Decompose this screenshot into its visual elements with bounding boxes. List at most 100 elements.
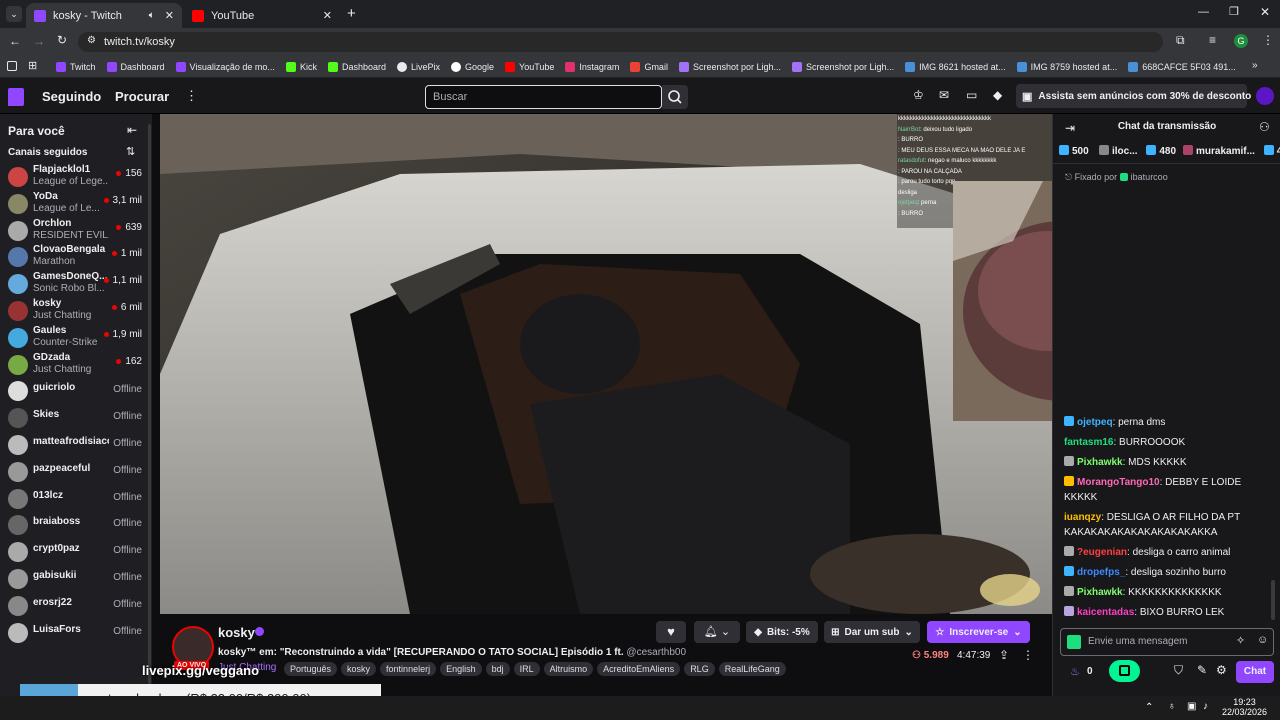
sidebar-channel[interactable]: ClovaoBengala Marathon 1 mil [0, 242, 152, 272]
bookmark-item[interactable]: Visualização de mo... [175, 61, 275, 72]
more-bookmarks-icon[interactable]: » [1252, 60, 1258, 71]
gift-sub-button[interactable]: ⊞ Dar um sub ⌄ [824, 621, 920, 643]
tab-close-icon[interactable]: ✕ [323, 9, 332, 22]
extensions-icon[interactable]: ⧉ [1176, 33, 1185, 48]
search-button[interactable] [662, 85, 688, 109]
forward-arrow-icon[interactable]: → [33, 34, 45, 48]
apps-icon[interactable] [7, 61, 17, 71]
chat-username[interactable]: fantasm16 [1064, 437, 1113, 448]
leaderboard-entry[interactable]: iloc... 480 [1099, 145, 1176, 157]
bookmark-item[interactable]: IMG 8759 hosted at... [1016, 61, 1117, 72]
subscribe-button[interactable]: ☆ Inscrever-se ⌄ [927, 621, 1030, 643]
shield-icon[interactable]: ⛉ [1174, 663, 1183, 678]
sidebar-channel[interactable]: Skies Offline [0, 403, 152, 433]
network-icon[interactable]: ▣ [1187, 701, 1196, 712]
reload-icon[interactable]: ↻ [57, 33, 67, 47]
clock[interactable]: 19:23 22/03/2026 [1222, 697, 1267, 717]
chat-badge-icon[interactable] [1067, 635, 1081, 649]
twitch-logo-icon[interactable] [8, 88, 24, 106]
bookmark-item[interactable]: YouTube [505, 61, 554, 72]
bits-button[interactable]: ◆ Bits: -5% [746, 621, 818, 643]
sort-icon[interactable]: ⇅ [126, 145, 135, 158]
bookmark-item[interactable]: IMG 8621 hosted at... [905, 61, 1006, 72]
tray-chevron-icon[interactable]: ⌃ [1145, 702, 1153, 713]
minimize-button[interactable]: — [1198, 6, 1209, 18]
nav-more-icon[interactable]: ⋮ [185, 88, 198, 104]
sidebar-channel[interactable]: LuisaFors Offline [0, 618, 152, 648]
settings-gear-icon[interactable]: ⚙ [1216, 663, 1227, 677]
notification-bell-button[interactable]: 🔔︎ ⌄ [694, 621, 740, 643]
bookmark-item[interactable]: LivePix [396, 61, 440, 72]
chat-username[interactable]: ?eugenian [1077, 547, 1127, 558]
streamer-name[interactable]: kosky [218, 625, 255, 640]
channel-points-icon[interactable]: ♨ [1070, 665, 1080, 678]
sidebar-channel[interactable]: matteafrodisiaco Offline [0, 430, 152, 460]
user-avatar[interactable] [1256, 87, 1274, 105]
site-info-icon[interactable]: ⚙ [87, 35, 96, 46]
bookmark-item[interactable]: Instagram [565, 61, 619, 72]
bookmark-item[interactable]: 668CAFCE 5F03 491... [1128, 61, 1236, 72]
sidebar-channel[interactable]: 013lcz Offline [0, 484, 152, 514]
tab-search-button[interactable]: ⌄ [6, 6, 22, 22]
title-mention[interactable]: @cesarthb00 [626, 647, 686, 658]
back-arrow-icon[interactable]: ← [9, 34, 21, 48]
sidebar-channel[interactable]: GamesDoneQ... Sonic Robo Bl... 1,1 mil [0, 269, 152, 299]
sidebar-channel[interactable]: erosrj22 Offline [0, 591, 152, 621]
bookmark-item[interactable]: Gmail [630, 61, 668, 72]
chat-username[interactable]: kaicentadas [1077, 607, 1134, 618]
bookmark-item[interactable]: Dashboard [327, 61, 386, 72]
sidebar-channel[interactable]: braiaboss Offline [0, 510, 152, 540]
chat-send-button[interactable]: Chat [1236, 661, 1274, 683]
chat-username[interactable]: ojetpeq [1077, 417, 1113, 428]
chat-username[interactable]: iuanqzy [1064, 512, 1101, 523]
video-player[interactable]: kkkkkkkkkkkkkkkkkkkkkkkkkkkkkkk NairrBot:… [160, 114, 1052, 614]
sidebar-channel[interactable]: Orchlon RESIDENT EVIL... 639 [0, 216, 152, 246]
stream-tag[interactable]: IRL [513, 662, 540, 676]
bookmark-item[interactable]: Screenshot por Ligh... [678, 61, 781, 72]
emoji-icon[interactable]: ☺ [1257, 634, 1268, 646]
bookmark-item[interactable]: Kick [285, 61, 317, 72]
grid-icon[interactable]: ⊞ [28, 59, 37, 72]
maximize-button[interactable]: ❐ [1229, 5, 1239, 18]
stream-tag[interactable]: bdj [485, 662, 510, 676]
pinned-message[interactable]: ⎋ Fixado por ibaturcoo [1065, 172, 1195, 188]
browser-menu-icon[interactable]: ⋮ [1262, 33, 1274, 47]
close-window-button[interactable]: ✕ [1260, 5, 1270, 19]
sidebar-channel[interactable]: Flapjacklol1 League of Lege... 156 [0, 162, 152, 192]
edit-icon[interactable]: ✎ [1197, 663, 1207, 677]
sidebar-channel[interactable]: kosky Just Chatting 6 mil [0, 296, 152, 326]
sidebar-channel[interactable]: YoDa League of Le... 3,1 mil [0, 189, 152, 219]
whispers-icon[interactable]: ▭ [966, 88, 977, 102]
nav-browse[interactable]: Procurar [115, 89, 169, 104]
leaderboard-entry[interactable]: 500 [1059, 145, 1089, 157]
leaderboard-entry[interactable]: murakamif... 4 [1183, 145, 1280, 157]
tab-close-icon[interactable]: ✕ [165, 9, 174, 22]
bookmark-item[interactable]: Google [451, 61, 494, 72]
sidebar-channel[interactable]: gabisukii Offline [0, 564, 152, 594]
claim-points-button[interactable] [1109, 660, 1140, 682]
stream-tag[interactable]: RLG [684, 662, 715, 676]
bookmark-item[interactable]: Screenshot por Ligh... [792, 61, 894, 72]
prime-button[interactable]: ▣ Assista sem anúncios com 30% de descont… [1016, 84, 1251, 108]
more-options-icon[interactable]: ⋮ [1022, 648, 1034, 662]
search-input[interactable]: Buscar [425, 85, 662, 109]
chat-input[interactable]: Envie uma mensagem ✧ ☺ [1060, 628, 1274, 656]
media-controls-icon[interactable]: ≡ [1209, 33, 1216, 47]
nav-following[interactable]: Seguindo [42, 89, 101, 104]
sidebar-scrollbar[interactable] [148, 124, 151, 684]
tab-twitch[interactable]: kosky - Twitch 🔈︎ ✕ [26, 3, 182, 28]
stream-tag[interactable]: fontinnelerj [380, 662, 437, 676]
stream-tag[interactable]: RealLifeGang [718, 662, 786, 676]
users-icon[interactable]: ⚇ [1259, 120, 1270, 134]
chat-username[interactable]: dropefps_ [1077, 567, 1125, 578]
stream-tag[interactable]: Altruismo [543, 662, 594, 676]
chat-scrollbar[interactable] [1271, 580, 1275, 620]
follow-heart-icon[interactable]: ♥ [656, 621, 686, 643]
bookmark-item[interactable]: Dashboard [106, 61, 165, 72]
microphone-icon[interactable]: ♁ [1168, 701, 1176, 712]
inbox-icon[interactable]: ✉ [939, 88, 949, 102]
sidebar-channel[interactable]: guicriolo Offline [0, 376, 152, 406]
bits-icon[interactable]: ◆ [993, 88, 1002, 102]
sparkle-icon[interactable]: ✧ [1236, 634, 1245, 647]
sidebar-channel[interactable]: GDzada Just Chatting 162 [0, 350, 152, 380]
